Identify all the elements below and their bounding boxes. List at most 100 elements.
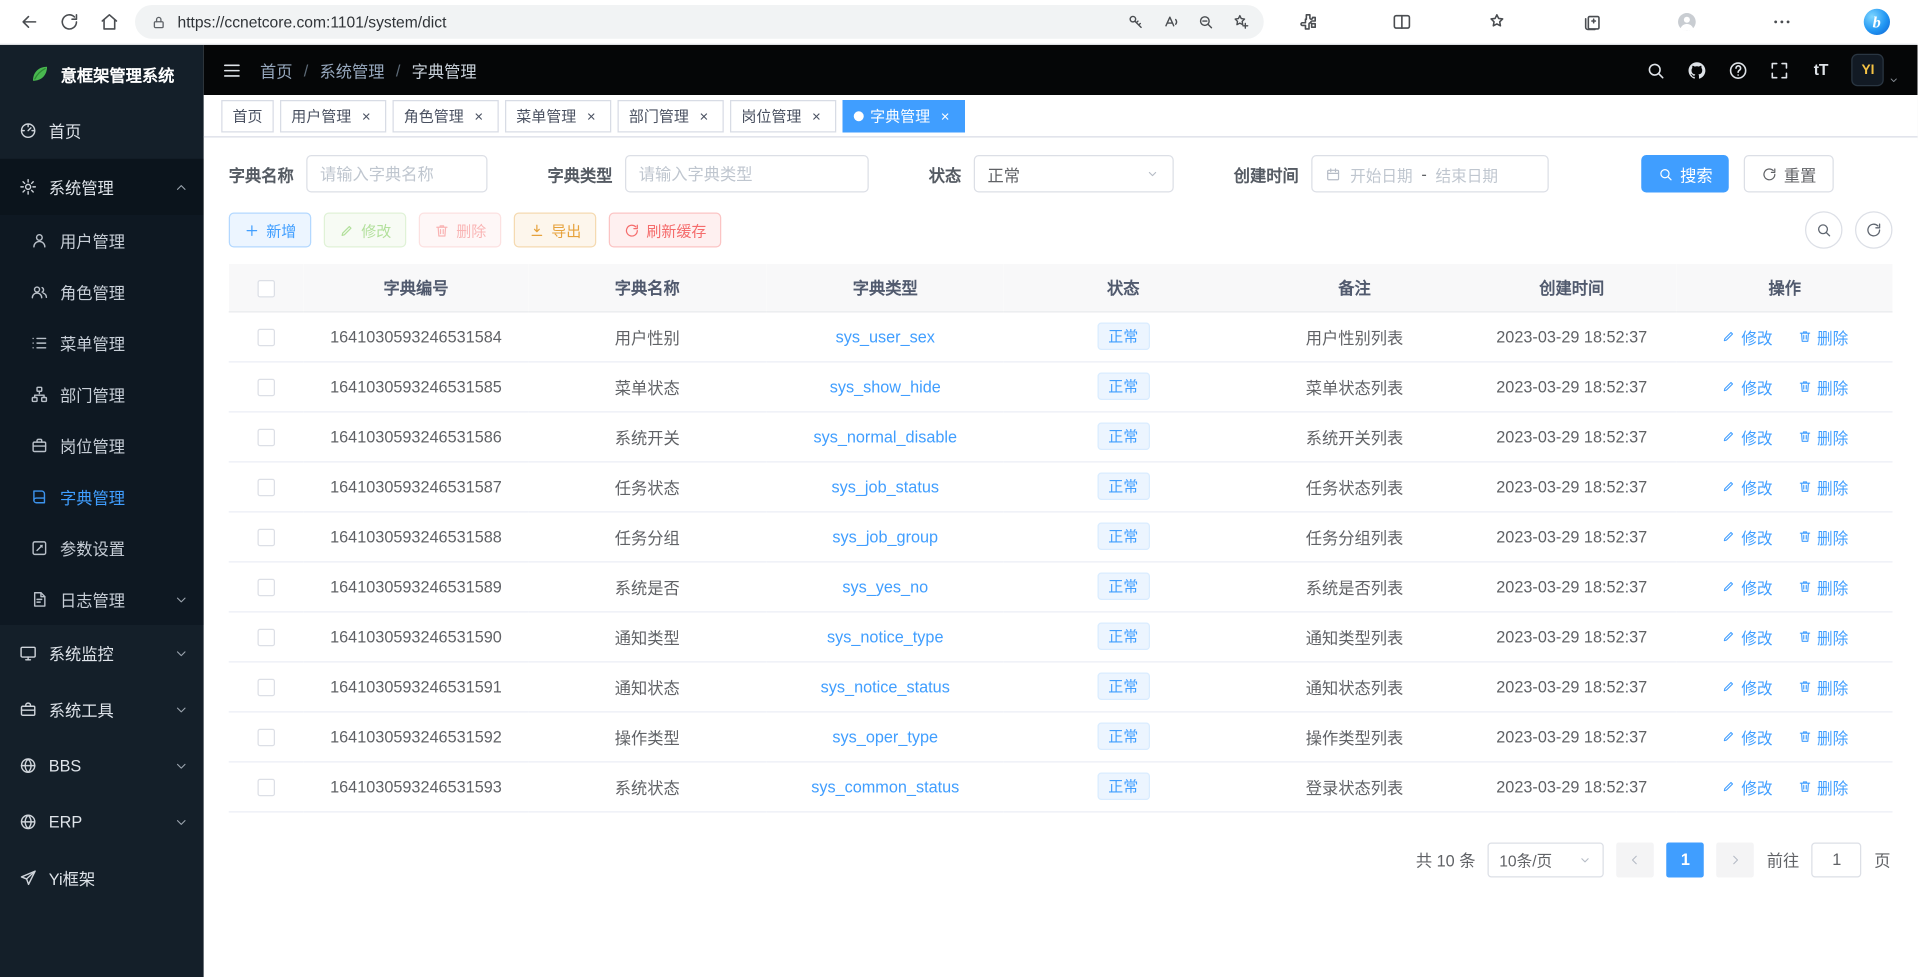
status-select[interactable]: 正常: [974, 155, 1174, 193]
add-button[interactable]: 新增: [229, 213, 312, 248]
sidebar-item-home[interactable]: 首页: [0, 103, 204, 159]
row-checkbox[interactable]: [257, 628, 275, 646]
toggle-search-button[interactable]: [1805, 211, 1843, 249]
edit-button[interactable]: 修改: [324, 213, 407, 248]
row-edit-button[interactable]: 修改: [1721, 424, 1772, 448]
tab-close-icon[interactable]: ×: [695, 107, 713, 125]
tab-dict-management[interactable]: 字典管理 ×: [843, 99, 966, 132]
dict-type-link[interactable]: sys_user_sex: [836, 327, 935, 346]
row-delete-button[interactable]: 删除: [1797, 624, 1848, 648]
row-checkbox[interactable]: [257, 678, 275, 696]
refresh-icon[interactable]: [50, 4, 88, 39]
row-edit-button[interactable]: 修改: [1721, 674, 1772, 698]
refresh-cache-button[interactable]: 刷新缓存: [609, 213, 722, 248]
tab-close-icon[interactable]: ×: [936, 107, 954, 125]
breadcrumb-link[interactable]: 字典管理: [412, 58, 477, 82]
row-checkbox[interactable]: [257, 328, 275, 346]
sidebar-item-log-management[interactable]: 日志管理: [0, 574, 204, 625]
dict-name-input[interactable]: [306, 155, 487, 193]
font-size-icon[interactable]: tT: [1810, 59, 1831, 80]
sidebar-item-param-settings[interactable]: 参数设置: [0, 523, 204, 574]
row-checkbox[interactable]: [257, 778, 275, 796]
row-delete-button[interactable]: 删除: [1797, 424, 1848, 448]
sidebar-item-menu-management[interactable]: 菜单管理: [0, 318, 204, 369]
back-arrow-icon[interactable]: [10, 4, 48, 39]
row-delete-button[interactable]: 删除: [1797, 574, 1848, 598]
address-bar[interactable]: https://ccnetcore.com:1101/system/dict: [135, 5, 1264, 39]
date-range-picker[interactable]: 开始日期 - 结束日期: [1311, 155, 1549, 193]
reset-button[interactable]: 重置: [1744, 155, 1834, 193]
row-checkbox[interactable]: [257, 428, 275, 446]
dict-type-link[interactable]: sys_job_group: [832, 527, 938, 546]
tab-role-management[interactable]: 角色管理 ×: [393, 99, 499, 132]
zoom-out-icon[interactable]: [1189, 7, 1222, 37]
user-menu[interactable]: YI: [1852, 54, 1901, 87]
row-edit-button[interactable]: 修改: [1721, 624, 1772, 648]
sidebar-item-system-monitor[interactable]: 系统监控: [0, 625, 204, 681]
tab-dept-management[interactable]: 部门管理 ×: [618, 99, 724, 132]
row-delete-button[interactable]: 删除: [1797, 324, 1848, 348]
sidebar-item-role-management[interactable]: 角色管理: [0, 266, 204, 317]
sidebar-item-bbs[interactable]: BBS: [0, 738, 204, 794]
current-page-button[interactable]: 1: [1667, 842, 1705, 877]
extensions-icon[interactable]: [1289, 4, 1327, 39]
home-icon[interactable]: [90, 4, 128, 39]
dict-type-link[interactable]: sys_job_status: [832, 477, 940, 496]
row-edit-button[interactable]: 修改: [1721, 574, 1772, 598]
row-edit-button[interactable]: 修改: [1721, 324, 1772, 348]
tab-close-icon[interactable]: ×: [583, 107, 601, 125]
copilot-icon[interactable]: b: [1858, 4, 1896, 39]
tab-post-management[interactable]: 岗位管理 ×: [730, 99, 836, 132]
row-checkbox[interactable]: [257, 378, 275, 396]
row-checkbox[interactable]: [257, 728, 275, 746]
tab-home[interactable]: 首页: [221, 99, 274, 132]
row-checkbox[interactable]: [257, 478, 275, 496]
sidebar-item-post-management[interactable]: 岗位管理: [0, 420, 204, 471]
tab-menu-management[interactable]: 菜单管理 ×: [505, 99, 611, 132]
sidebar-item-user-management[interactable]: 用户管理: [0, 215, 204, 266]
github-icon[interactable]: [1687, 59, 1708, 80]
export-button[interactable]: 导出: [514, 213, 597, 248]
more-icon[interactable]: [1763, 4, 1801, 39]
delete-button[interactable]: 删除: [419, 213, 502, 248]
row-delete-button[interactable]: 删除: [1797, 674, 1848, 698]
next-page-button[interactable]: [1717, 842, 1755, 877]
row-edit-button[interactable]: 修改: [1721, 374, 1772, 398]
refresh-table-button[interactable]: [1855, 211, 1893, 249]
tab-close-icon[interactable]: ×: [358, 107, 376, 125]
tab-close-icon[interactable]: ×: [808, 107, 826, 125]
row-edit-button[interactable]: 修改: [1721, 724, 1772, 748]
row-delete-button[interactable]: 删除: [1797, 724, 1848, 748]
row-checkbox[interactable]: [257, 578, 275, 596]
favorites-icon[interactable]: [1478, 4, 1516, 39]
sidebar-item-system-tools[interactable]: 系统工具: [0, 681, 204, 737]
dict-type-link[interactable]: sys_common_status: [811, 777, 959, 796]
tab-user-management[interactable]: 用户管理 ×: [280, 99, 386, 132]
sidebar-item-yi-framework[interactable]: Yi框架: [0, 850, 204, 906]
search-button[interactable]: 搜索: [1641, 155, 1729, 193]
dict-type-link[interactable]: sys_show_hide: [830, 377, 941, 396]
row-delete-button[interactable]: 删除: [1797, 524, 1848, 548]
row-delete-button[interactable]: 删除: [1797, 774, 1848, 798]
collections-icon[interactable]: [1573, 4, 1611, 39]
row-edit-button[interactable]: 修改: [1721, 524, 1772, 548]
tab-close-icon[interactable]: ×: [470, 107, 488, 125]
row-delete-button[interactable]: 删除: [1797, 374, 1848, 398]
goto-page-input[interactable]: [1812, 842, 1862, 877]
dict-type-link[interactable]: sys_oper_type: [832, 727, 938, 746]
row-checkbox[interactable]: [257, 528, 275, 546]
key-icon[interactable]: [1119, 7, 1152, 37]
fullscreen-icon[interactable]: [1769, 59, 1790, 80]
sidebar-item-dept-management[interactable]: 部门管理: [0, 369, 204, 420]
page-size-select[interactable]: 10条/页: [1488, 842, 1604, 877]
breadcrumb-link[interactable]: 系统管理: [320, 58, 385, 82]
dict-type-link[interactable]: sys_normal_disable: [813, 427, 957, 446]
split-screen-icon[interactable]: [1384, 4, 1422, 39]
row-edit-button[interactable]: 修改: [1721, 474, 1772, 498]
help-icon[interactable]: [1728, 59, 1749, 80]
sidebar-item-erp[interactable]: ERP: [0, 794, 204, 850]
dict-type-link[interactable]: sys_notice_type: [827, 627, 944, 646]
row-edit-button[interactable]: 修改: [1721, 774, 1772, 798]
hamburger-menu-icon[interactable]: [221, 59, 242, 80]
select-all-checkbox[interactable]: [257, 279, 275, 297]
